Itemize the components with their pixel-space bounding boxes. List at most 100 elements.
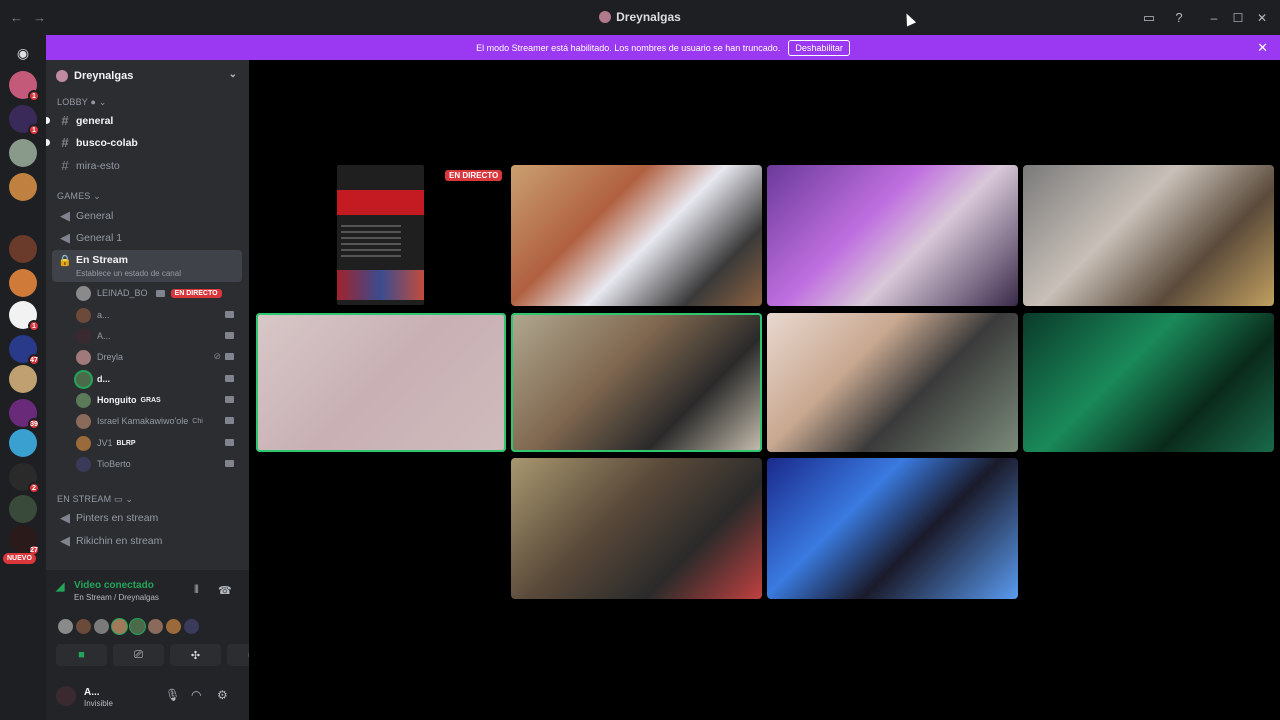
server-icon-7[interactable]: 1: [9, 301, 40, 332]
voice-user[interactable]: A...: [76, 326, 238, 346]
channel-status-hint[interactable]: Establece un estado de canal: [76, 269, 181, 278]
voice-user[interactable]: TioBerto: [76, 454, 238, 474]
camera-toggle-button[interactable]: ■: [56, 644, 107, 666]
window-title-text: Dreynalgas: [616, 10, 681, 24]
user-name: Israel Kamakawiwo'ole: [97, 416, 189, 426]
video-tile[interactable]: [767, 458, 1018, 599]
live-badge: EN DIRECTO: [445, 170, 503, 181]
user-name: d...: [97, 374, 110, 384]
headphones-icon[interactable]: ◠: [191, 688, 201, 702]
channel-label: General 1: [76, 231, 123, 244]
voice-user[interactable]: Honguito GRAS: [76, 390, 238, 410]
voice-channel-rikichin[interactable]: ◀ Rikichin en stream: [52, 530, 242, 551]
close-banner-icon[interactable]: ✕: [1257, 40, 1268, 56]
discord-home-icon[interactable]: ◉: [9, 39, 37, 67]
server-icon-8[interactable]: 47: [9, 335, 40, 366]
camera-icon: [225, 396, 234, 403]
share-screen-button[interactable]: ⎚: [113, 644, 164, 666]
voice-user[interactable]: a...: [76, 305, 238, 325]
channel-general[interactable]: # general: [46, 110, 242, 131]
speaker-icon: ◀: [60, 207, 70, 223]
voice-channel-general[interactable]: ◀ General: [52, 205, 242, 226]
camera-icon: [225, 332, 234, 339]
video-tile[interactable]: [511, 313, 762, 452]
camera-icon: [225, 311, 234, 318]
unread-indicator: [46, 117, 50, 124]
server-icon-14[interactable]: 27: [9, 525, 40, 556]
noise-suppression-icon[interactable]: ⦀: [194, 584, 199, 597]
disconnect-icon[interactable]: ☎: [218, 584, 232, 597]
forward-arrow-icon[interactable]: →: [33, 10, 46, 25]
video-tile[interactable]: [511, 165, 762, 306]
channel-label: General: [76, 209, 114, 222]
server-icon-3[interactable]: [9, 139, 37, 167]
video-tile[interactable]: [256, 313, 506, 452]
mention-badge: 47: [28, 354, 40, 366]
server-icon-2[interactable]: 1: [9, 105, 40, 136]
hash-icon: #: [61, 158, 69, 173]
avatar[interactable]: [56, 686, 76, 706]
preview-thumbnails: [337, 270, 424, 300]
voice-user[interactable]: LEINAD_BO EN DIRECTO: [76, 283, 238, 303]
channel-mira-esto[interactable]: # mira-esto: [52, 155, 242, 176]
voice-user[interactable]: Dreyla ⊘: [76, 347, 238, 367]
preview-banner: [337, 190, 424, 215]
voice-user[interactable]: JV1 BLRP: [76, 433, 238, 453]
chevron-down-icon: ⌄: [228, 69, 237, 80]
avatar: [76, 435, 91, 451]
minimize-button[interactable]: –: [1202, 0, 1226, 35]
speaker-icon: ◀: [60, 509, 70, 525]
server-icon-13[interactable]: [9, 495, 37, 523]
voice-user[interactable]: Israel Kamakawiwo'ole Chi: [76, 411, 238, 431]
user-name: A...: [97, 331, 111, 341]
video-tile[interactable]: [511, 458, 762, 599]
stream-preview[interactable]: [337, 165, 424, 305]
category-label: EN STREAM: [57, 494, 112, 504]
category-games[interactable]: GAMES ⌄: [57, 191, 101, 202]
avatar: [148, 619, 163, 634]
camera-icon: [225, 439, 234, 446]
activities-button[interactable]: ✣: [170, 644, 221, 666]
user-tag: GRAS: [140, 396, 161, 404]
category-en-stream[interactable]: EN STREAM ▭ ⌄: [57, 494, 133, 505]
maximize-button[interactable]: ☐: [1226, 0, 1250, 35]
server-icon-12[interactable]: 2: [9, 463, 40, 494]
inbox-icon[interactable]: ▭: [1134, 0, 1164, 35]
channel-busco-colab[interactable]: # busco-colab: [46, 132, 242, 153]
channel-label: busco-colab: [76, 136, 138, 149]
video-tile[interactable]: [1023, 165, 1274, 306]
video-tile[interactable]: [767, 313, 1018, 452]
server-icon-6[interactable]: [9, 269, 37, 297]
server-icon-9[interactable]: [9, 365, 37, 393]
video-tile[interactable]: [1023, 313, 1274, 452]
server-icon-5[interactable]: [9, 235, 37, 263]
voice-user[interactable]: d...: [76, 369, 238, 389]
hash-icon: #: [61, 113, 69, 128]
server-icon-11[interactable]: [9, 429, 37, 457]
channel-sidebar: Dreynalgas ⌄ LOBBY ● ⌄ # general # busco-c…: [46, 60, 278, 720]
settings-gear-icon[interactable]: ⚙: [217, 688, 228, 702]
avatar: [76, 285, 91, 301]
back-arrow-icon[interactable]: ←: [10, 10, 23, 25]
user-tag: Chi: [192, 417, 203, 425]
microphone-icon[interactable]: 🎙: [165, 688, 180, 702]
disable-streamer-mode-button[interactable]: Deshabilitar: [788, 39, 850, 56]
server-avatar-icon: [56, 70, 68, 82]
server-icon-4[interactable]: [9, 173, 37, 201]
avatar: [76, 349, 91, 365]
voice-status[interactable]: ◢ Video conectado: [56, 580, 154, 593]
channel-label: general: [76, 114, 114, 127]
voice-status-text: Video conectado: [74, 580, 154, 591]
avatar: [76, 392, 91, 408]
help-icon[interactable]: ?: [1164, 0, 1194, 35]
user-name[interactable]: A...: [84, 687, 100, 698]
category-lobby[interactable]: LOBBY ● ⌄: [57, 97, 107, 108]
server-header[interactable]: Dreynalgas ⌄: [46, 60, 249, 92]
voice-channel-pinters[interactable]: ◀ Pinters en stream: [52, 507, 242, 528]
server-icon-1[interactable]: 1: [9, 71, 40, 102]
server-icon-10[interactable]: 39: [9, 399, 40, 430]
voice-channel-general-1[interactable]: ◀ General 1: [52, 227, 242, 248]
close-window-button[interactable]: ✕: [1250, 0, 1274, 35]
signal-icon: ◢: [56, 581, 65, 593]
video-tile[interactable]: [767, 165, 1018, 306]
